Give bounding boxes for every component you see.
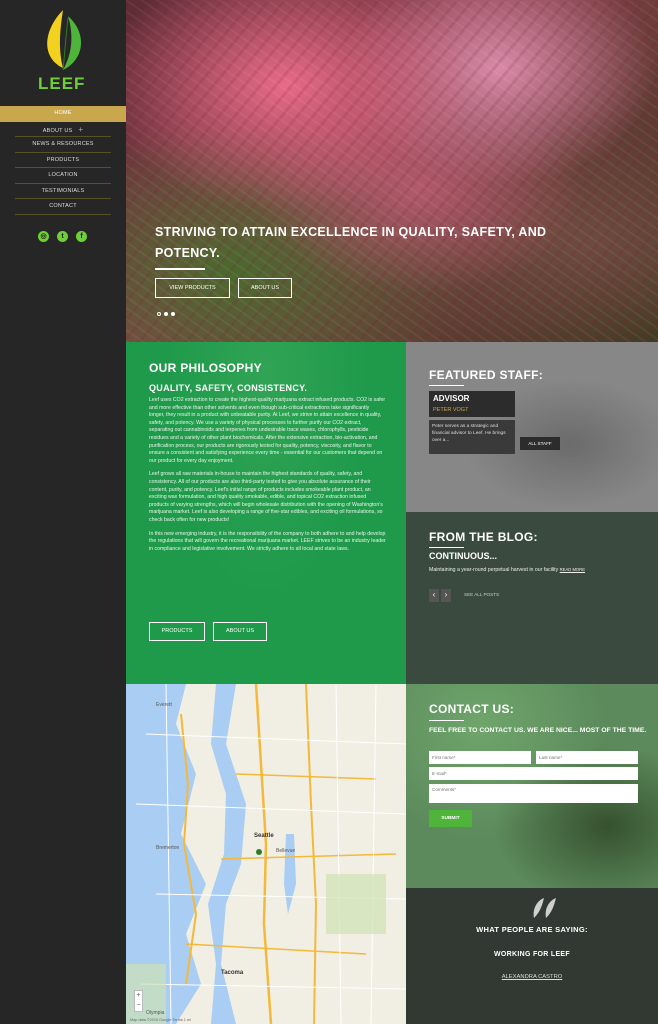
nav-item-contact[interactable]: CONTACT [15, 199, 111, 215]
last-name-field[interactable] [536, 751, 638, 764]
blog-section: FROM THE BLOG: CONTINUOUS... Maintaining… [406, 512, 658, 684]
contact-title: CONTACT US: [429, 702, 515, 716]
map-zoom-control[interactable]: + − [134, 990, 143, 1012]
nav-label-home: HOME [54, 110, 72, 116]
blog-title: FROM THE BLOG: [429, 530, 538, 544]
staff-title: FEATURED STAFF: [429, 368, 544, 382]
map-label-olympia: Olympia [146, 1010, 165, 1016]
main-nav: HOME ABOUT US + NEWS & RESOURCES PRODUCTS… [0, 106, 126, 215]
nav-item-products[interactable]: PRODUCTS [15, 153, 111, 168]
read-more-link[interactable]: READ MORE [560, 567, 585, 572]
quote-leaf-icon [533, 898, 556, 918]
hero-banner: STRIVING TO ATTAIN EXCELLENCE IN QUALITY… [126, 0, 658, 342]
staff-divider [429, 385, 464, 386]
staff-description: Peter serves as a strategic and financia… [429, 420, 515, 454]
blog-pager: ‹ › [429, 589, 451, 602]
nav-item-location[interactable]: LOCATION [15, 168, 111, 184]
zoom-out-icon[interactable]: − [135, 1001, 142, 1011]
blog-post-title[interactable]: CONTINUOUS... [429, 551, 497, 561]
map-label-bremerton: Bremerton [156, 845, 180, 851]
blog-divider [429, 547, 464, 548]
zoom-in-icon[interactable]: + [135, 991, 142, 1001]
first-name-field[interactable] [429, 751, 531, 764]
nav-item-testimonials[interactable]: TESTIMONIALS [15, 184, 111, 199]
nav-label-contact: CONTACT [49, 203, 77, 209]
chevron-right-icon[interactable]: › [441, 589, 451, 602]
nav-item-home[interactable]: HOME [0, 106, 126, 122]
all-staff-button[interactable]: ALL STAFF [520, 437, 560, 450]
nav-label-news: NEWS & RESOURCES [32, 141, 94, 147]
staff-card[interactable]: ADVISOR PETER VOGT [429, 391, 515, 417]
slider-dot[interactable] [157, 312, 161, 316]
testimonial-heading: WORKING FOR LEEF [494, 951, 570, 958]
location-map[interactable]: Everett Seattle Bellevue Bremerton Tacom… [126, 684, 406, 1024]
slider-dot-active[interactable] [164, 312, 168, 316]
philosophy-subtitle: QUALITY, SAFETY, CONSISTENCY. [149, 383, 308, 393]
philosophy-body: Leef uses CO2 extraction to create the h… [149, 397, 386, 559]
testimonials-section: WHAT PEOPLE ARE SAYING: WORKING FOR LEEF… [406, 888, 658, 1024]
map-label-everett: Everett [156, 702, 172, 708]
philosophy-products-button[interactable]: PRODUCTS [149, 622, 205, 641]
map-label-tacoma: Tacoma [221, 970, 244, 976]
map-canvas[interactable]: Everett Seattle Bellevue Bremerton Tacom… [126, 684, 406, 1024]
philosophy-title: OUR PHILOSOPHY [149, 361, 262, 375]
twitter-icon[interactable]: t [57, 231, 68, 242]
instagram-icon[interactable]: ◎ [38, 231, 49, 242]
nav-item-news[interactable]: NEWS & RESOURCES [15, 137, 111, 153]
blog-excerpt-text: Maintaining a year-round perpetual harve… [429, 567, 559, 573]
blog-excerpt: Maintaining a year-round perpetual harve… [429, 567, 585, 573]
social-links: ◎ t f [38, 231, 87, 242]
chevron-left-icon[interactable]: ‹ [429, 589, 439, 602]
logo-text: LEEF [38, 74, 86, 93]
slider-dot[interactable] [171, 312, 175, 316]
contact-lead: FEEL FREE TO CONTACT US. WE ARE NICE... … [429, 727, 647, 734]
testimonial-author-link[interactable]: ALEXANDRA CASTRO [406, 974, 658, 980]
see-all-posts-link[interactable]: SEE ALL POSTS [464, 592, 499, 597]
map-label-seattle: Seattle [254, 833, 274, 839]
nav-label-location: LOCATION [48, 172, 78, 178]
map-label-bellevue: Bellevue [276, 848, 295, 854]
nav-label-about: ABOUT US [42, 127, 73, 134]
hero-about-button[interactable]: ABOUT US [238, 278, 292, 298]
hero-title: STRIVING TO ATTAIN EXCELLENCE IN QUALITY… [155, 225, 547, 260]
testimonials-title: WHAT PEOPLE ARE SAYING: [476, 925, 588, 934]
submit-button[interactable]: SUBMIT [429, 810, 472, 827]
featured-staff-section: FEATURED STAFF: ADVISOR PETER VOGT Peter… [406, 342, 658, 512]
philosophy-paragraph: In this new emerging industry, it is the… [149, 530, 386, 552]
staff-name: PETER VOGT [433, 407, 469, 413]
sidebar: LEEF HOME ABOUT US + NEWS & RESOURCES PRO… [0, 0, 126, 1024]
nav-label-products: PRODUCTS [46, 156, 80, 163]
philosophy-paragraph: Leef uses CO2 extraction to create the h… [149, 397, 386, 464]
email-field[interactable] [429, 767, 638, 780]
contact-divider [429, 720, 464, 721]
nav-label-testimonials: TESTIMONIALS [41, 187, 85, 194]
map-footer: Map data ©2015 Google Terms 1 mi [130, 1018, 191, 1022]
view-products-button[interactable]: VIEW PRODUCTS [155, 278, 230, 298]
staff-role: ADVISOR [433, 394, 470, 403]
nav-item-about[interactable]: ABOUT US + [15, 122, 111, 137]
hero-divider [155, 268, 205, 270]
philosophy-paragraph: Leef grows all raw materials in-house to… [149, 471, 383, 523]
philosophy-about-button[interactable]: ABOUT US [213, 622, 267, 641]
expand-plus-icon[interactable]: + [78, 125, 83, 134]
contact-section: CONTACT US: FEEL FREE TO CONTACT US. WE … [406, 684, 658, 888]
facebook-icon[interactable]: f [76, 231, 87, 242]
slider-dots [157, 312, 175, 316]
comments-field[interactable] [429, 784, 638, 803]
